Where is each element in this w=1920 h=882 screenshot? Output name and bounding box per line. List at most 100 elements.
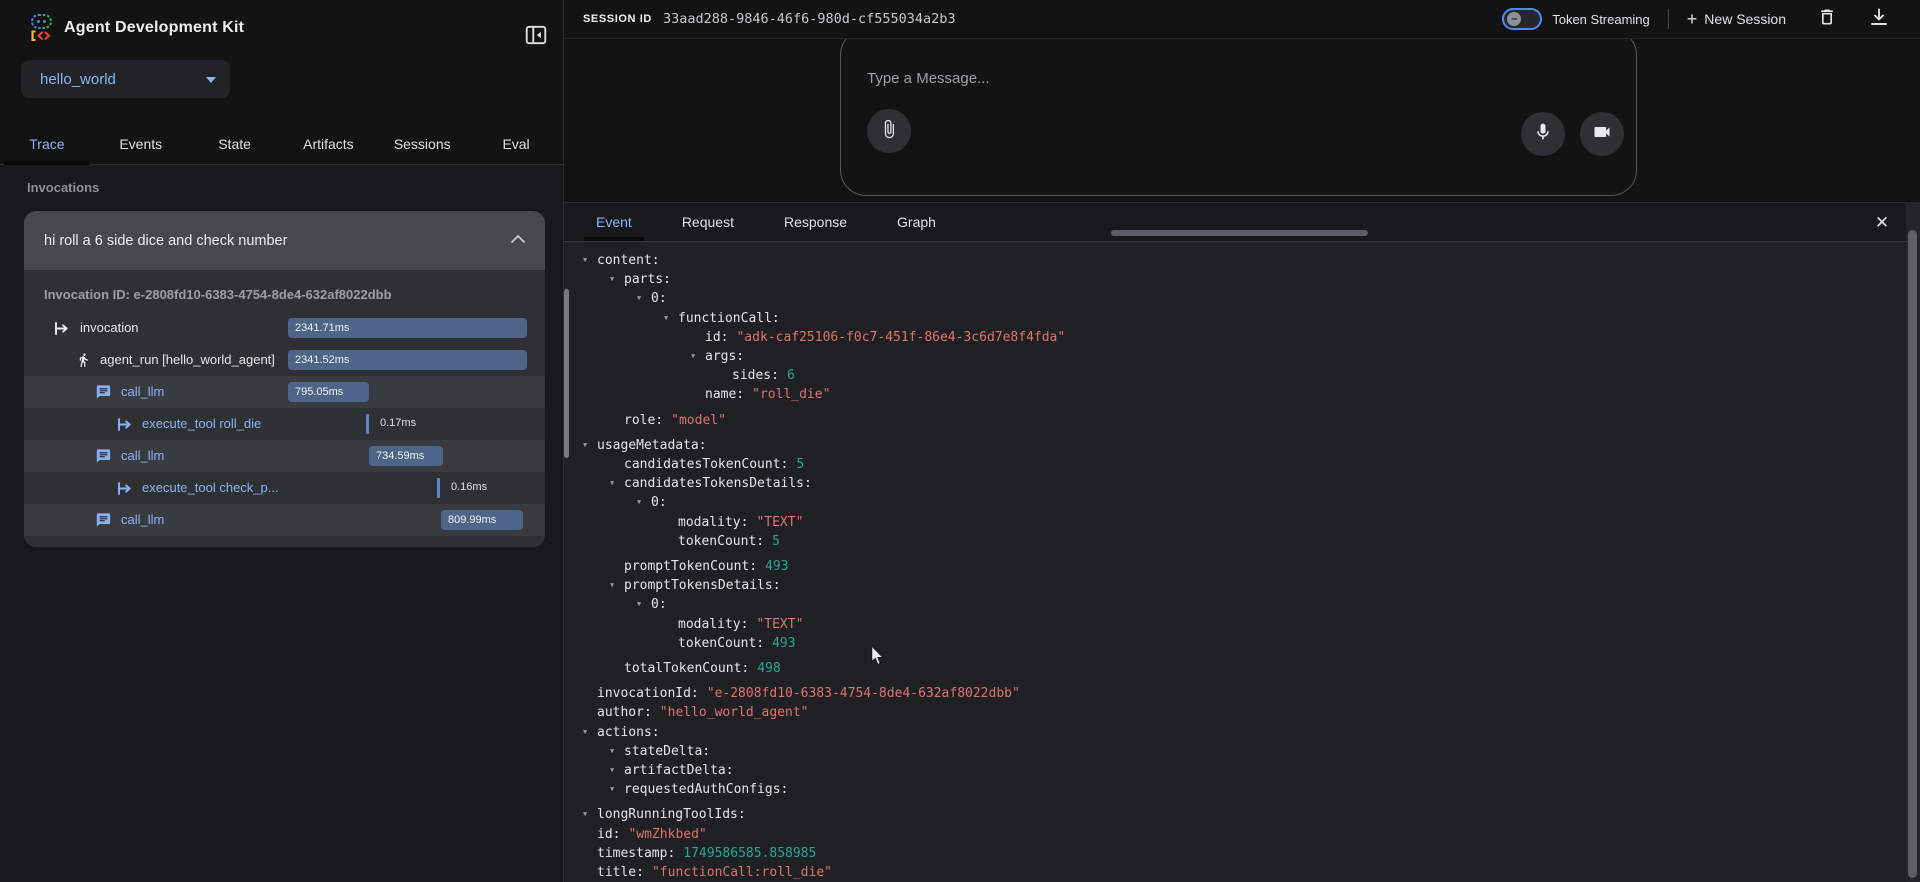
detail-tab-response[interactable]: Response [774, 203, 857, 241]
enter-arrow-icon [116, 416, 133, 432]
invocation-card-header[interactable]: hi roll a 6 side dice and check number [24, 211, 545, 270]
tree-key: author: [597, 705, 652, 720]
tree-expand-icon[interactable]: ▼ [610, 474, 624, 493]
trace-span-execute_tool[interactable]: execute_tool check_p...0.16ms [24, 472, 545, 504]
new-session-button[interactable]: + New Session [1687, 10, 1786, 28]
toggle-knob-icon: – [1507, 12, 1521, 26]
tree-expand-icon[interactable]: ▼ [610, 576, 624, 595]
tree-key: id: [597, 827, 620, 842]
trace-span-call_llm[interactable]: call_llm809.99ms [24, 504, 545, 536]
collapse-sidebar-icon[interactable] [524, 23, 550, 49]
trace-span-agent_run[interactable]: agent_run [hello_world_agent]2341.52ms [24, 344, 545, 376]
tree-expand-icon[interactable]: ▼ [610, 270, 624, 289]
trace-duration-bar [437, 478, 440, 498]
tree-key: 0: [651, 597, 667, 612]
tab-events[interactable]: Events [94, 124, 188, 164]
tree-row: ▼parts: [583, 270, 1894, 289]
tree-row: ▼0: [583, 595, 1894, 614]
tree-key: actions: [597, 725, 660, 740]
tree-row: ▼args: [583, 347, 1894, 366]
sidebar: Agent Development Kit hello_world TraceE… [0, 0, 563, 882]
chat-area: Type a Message... [564, 39, 1920, 202]
session-header: SESSION ID 33aad288-9846-46f6-980d-cf555… [564, 0, 1920, 39]
vertical-scrollbar-track[interactable] [1906, 202, 1920, 882]
tree-expand-icon[interactable]: ▼ [583, 723, 597, 742]
trace-panel: Invocations hi roll a 6 side dice and ch… [0, 165, 563, 882]
tree-value: "TEXT" [756, 617, 803, 632]
tree-row: ▼requestedAuthConfigs: [583, 780, 1894, 799]
tree-row: tokenCount:5 [583, 532, 1894, 551]
sidebar-scrollbar-thumb[interactable] [564, 289, 569, 458]
plus-icon: + [1687, 10, 1698, 28]
trace-span-call_llm[interactable]: call_llm795.05ms [24, 376, 545, 408]
tree-row: candidatesTokenCount:5 [583, 455, 1894, 474]
message-input[interactable]: Type a Message... [867, 70, 990, 87]
tree-key: name: [705, 387, 744, 402]
tree-row: ▼actions: [583, 723, 1894, 742]
session-id-value: 33aad288-9846-46f6-980d-cf555034a2b3 [663, 11, 956, 27]
agent-run-icon [75, 352, 92, 368]
detail-tabs: Event Request Response Graph ✕ [564, 203, 1920, 242]
trash-icon [1817, 7, 1837, 32]
tree-expand-icon[interactable]: ▼ [691, 347, 705, 366]
tree-row: ▼artifactDelta: [583, 761, 1894, 780]
horizontal-scrollbar-thumb[interactable] [1111, 230, 1368, 236]
header-controls: – Token Streaming + New Session [1502, 8, 1920, 30]
tree-expand-icon[interactable]: ▼ [610, 742, 624, 761]
close-icon[interactable]: ✕ [1871, 212, 1893, 234]
tree-expand-icon[interactable]: ▼ [583, 805, 597, 824]
adk-logo-icon [26, 13, 56, 43]
enter-arrow-icon [53, 320, 70, 336]
tree-key: role: [624, 413, 663, 428]
invocation-card: hi roll a 6 side dice and check number I… [24, 211, 545, 547]
tab-sessions[interactable]: Sessions [375, 124, 469, 164]
tree-expand-icon[interactable]: ▼ [610, 780, 624, 799]
tree-key: title: [597, 865, 644, 880]
tree-row: ▼candidatesTokensDetails: [583, 474, 1894, 493]
tree-row: author:"hello_world_agent" [583, 703, 1894, 722]
event-json-tree: ▼content:▼parts:▼0:▼functionCall:id:"adk… [583, 251, 1894, 882]
tree-expand-icon[interactable]: ▼ [610, 761, 624, 780]
trace-span-invocation[interactable]: invocation2341.71ms [24, 312, 545, 344]
detail-tab-request[interactable]: Request [672, 203, 744, 241]
detail-tab-graph[interactable]: Graph [887, 203, 946, 241]
tree-expand-icon[interactable]: ▼ [583, 436, 597, 455]
export-session-button[interactable] [1868, 8, 1890, 30]
tree-row: timestamp:1749586585.858985 [583, 844, 1894, 863]
trace-duration-text: 734.59ms [369, 446, 424, 466]
trace-span-call_llm[interactable]: call_llm734.59ms [24, 440, 545, 472]
tree-expand-icon[interactable]: ▼ [637, 493, 651, 512]
invocations-label: Invocations [27, 180, 99, 195]
attach-file-button[interactable] [867, 109, 911, 153]
tree-row: modality:"TEXT" [583, 513, 1894, 532]
tab-eval[interactable]: Eval [469, 124, 563, 164]
video-button[interactable] [1580, 112, 1624, 156]
trace-duration-text: 809.99ms [441, 510, 496, 530]
delete-session-button[interactable] [1816, 8, 1838, 30]
tree-expand-icon[interactable]: ▼ [637, 595, 651, 614]
tree-expand-icon[interactable]: ▼ [583, 251, 597, 270]
agent-select[interactable]: hello_world [21, 60, 230, 98]
paperclip-icon [879, 119, 899, 144]
detail-tab-event[interactable]: Event [586, 203, 642, 241]
tree-key: 0: [651, 291, 667, 306]
tab-trace[interactable]: Trace [0, 124, 94, 164]
tree-value: 498 [757, 661, 780, 676]
tab-state[interactable]: State [188, 124, 282, 164]
microphone-button[interactable] [1521, 112, 1565, 156]
trace-duration-bar: 2341.71ms [288, 318, 527, 338]
tree-row: ▼stateDelta: [583, 742, 1894, 761]
tree-row: title:"functionCall:roll_die" [583, 863, 1894, 882]
token-streaming-toggle[interactable]: – [1502, 8, 1542, 30]
tree-expand-icon[interactable]: ▼ [637, 289, 651, 308]
tree-key: candidatesTokensDetails: [624, 476, 812, 491]
vertical-scrollbar-thumb[interactable] [1908, 230, 1917, 878]
tree-row: totalTokenCount: 498 [583, 659, 1894, 678]
tab-artifacts[interactable]: Artifacts [281, 124, 375, 164]
tree-value: 493 [765, 559, 788, 574]
chevron-up-icon[interactable] [509, 232, 527, 250]
tree-expand-icon[interactable]: ▼ [664, 309, 678, 328]
tree-row: id:"adk-caf25106-f0c7-451f-86e4-3c6d7e8f… [583, 328, 1894, 347]
trace-span-execute_tool[interactable]: execute_tool roll_die0.17ms [24, 408, 545, 440]
tree-key: totalTokenCount: [624, 661, 749, 676]
